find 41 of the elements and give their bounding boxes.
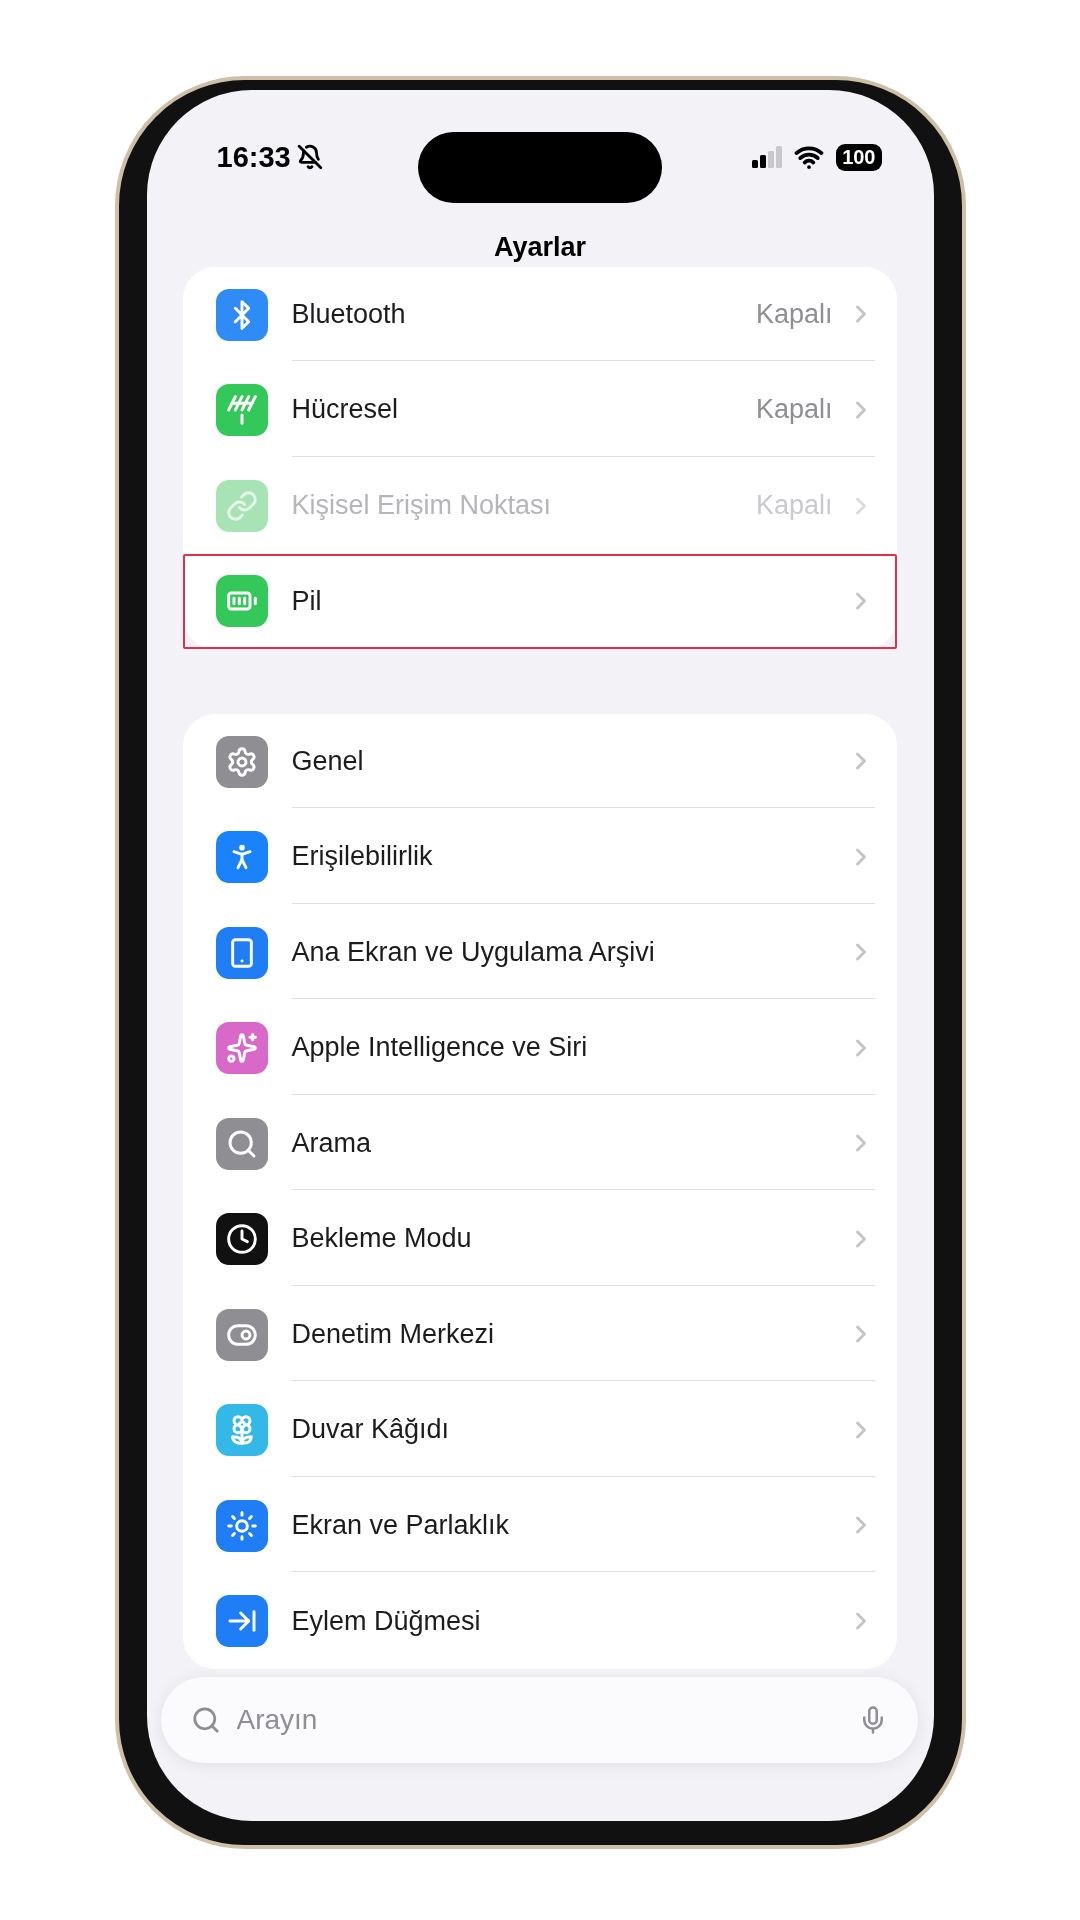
gear-icon — [225, 745, 258, 778]
link-icon — [225, 489, 258, 522]
status-time: 16:33 — [216, 140, 291, 174]
search-field[interactable]: Arayın — [160, 1677, 918, 1763]
search-icon — [190, 1705, 221, 1735]
settings-row[interactable]: Apple Intelligence ve Siri — [182, 1000, 897, 1096]
search-input[interactable]: Arayın — [234, 1703, 844, 1737]
row-label: Duvar Kâğıdı — [291, 1414, 451, 1446]
row-label: Ana Ekran ve Uygulama Arşivi — [291, 936, 656, 968]
settings-row[interactable]: Ana Ekran ve Uygulama Arşivi — [182, 905, 897, 1001]
row-label: Arama — [291, 1127, 373, 1159]
row-label: Erişilebilirlik — [291, 841, 434, 873]
sparkles-icon — [225, 1032, 258, 1065]
settings-row[interactable]: Bekleme Modu — [182, 1191, 897, 1287]
row-value: Kapalı — [755, 298, 833, 330]
row-label: Ekran ve Parlaklık — [291, 1509, 511, 1541]
row-label: Apple Intelligence ve Siri — [291, 1032, 589, 1064]
row-label: Bekleme Modu — [291, 1223, 473, 1255]
settings-row[interactable]: Hücresel Kapalı — [182, 362, 897, 458]
battery-level: 100 — [836, 143, 882, 171]
settings-row[interactable]: Duvar Kâğıdı — [182, 1382, 897, 1478]
page-title: Ayarlar — [492, 231, 588, 264]
row-label: Genel — [291, 745, 365, 777]
row-label: Denetim Merkezi — [291, 1318, 496, 1350]
row-label: Pil — [291, 585, 323, 617]
settings-row[interactable]: Arama — [182, 1096, 897, 1192]
sun-icon — [225, 1509, 258, 1542]
row-label: Bluetooth — [291, 298, 407, 330]
settings-row[interactable]: Erişilebilirlik — [182, 809, 897, 905]
settings-row[interactable]: Genel — [182, 714, 897, 810]
row-label: Eylem Düğmesi — [291, 1605, 482, 1637]
settings-row[interactable]: Bluetooth Kapalı — [182, 267, 897, 363]
settings-row[interactable]: Ekran ve Parlaklık — [182, 1478, 897, 1574]
signal-icon — [752, 146, 783, 168]
row-label: Kişisel Erişim Noktası — [291, 490, 553, 522]
row-value: Kapalı — [755, 394, 833, 426]
clock-icon — [225, 1223, 258, 1256]
row-label: Hücresel — [291, 394, 400, 426]
settings-row[interactable]: Pil — [182, 553, 897, 649]
settings-row[interactable]: Eylem Düğmesi — [182, 1573, 897, 1669]
settings-row[interactable]: Denetim Merkezi — [182, 1287, 897, 1383]
